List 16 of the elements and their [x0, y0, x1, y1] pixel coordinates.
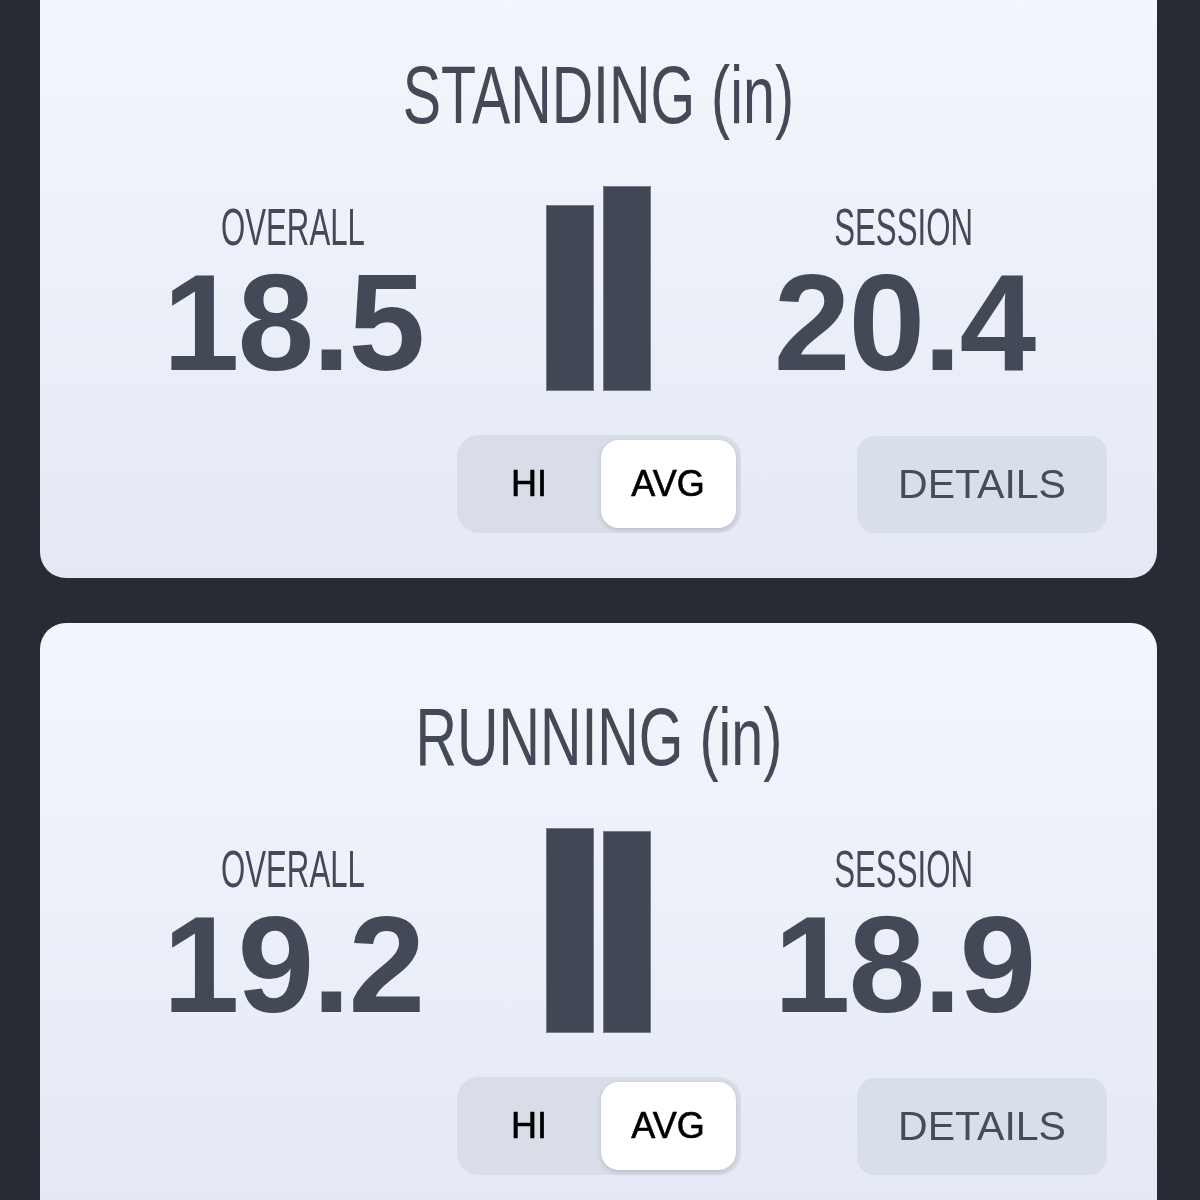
segmented-control[interactable]: HI AVG	[456, 435, 741, 533]
toggle-option[interactable]: AVG	[600, 440, 736, 528]
stat-value: 18.9	[773, 895, 1035, 1033]
stat-value: 20.4	[773, 253, 1035, 391]
toggle-option[interactable]: HI	[461, 1082, 597, 1170]
stat-label: OVERALL	[221, 843, 365, 895]
details-button[interactable]: DETAILS	[857, 435, 1107, 533]
toggle-option[interactable]: HI	[461, 440, 597, 528]
details-button[interactable]: DETAILS	[857, 1077, 1107, 1175]
stat-label: SESSION	[834, 843, 974, 895]
stat-label: OVERALL	[221, 201, 365, 253]
stat-value: 18.5	[162, 253, 424, 391]
toggle-option[interactable]: AVG	[600, 1082, 736, 1170]
segmented-control[interactable]: HI AVG	[456, 1077, 741, 1175]
stat-value: 19.2	[162, 895, 424, 1033]
stat-label: SESSION	[834, 201, 974, 253]
